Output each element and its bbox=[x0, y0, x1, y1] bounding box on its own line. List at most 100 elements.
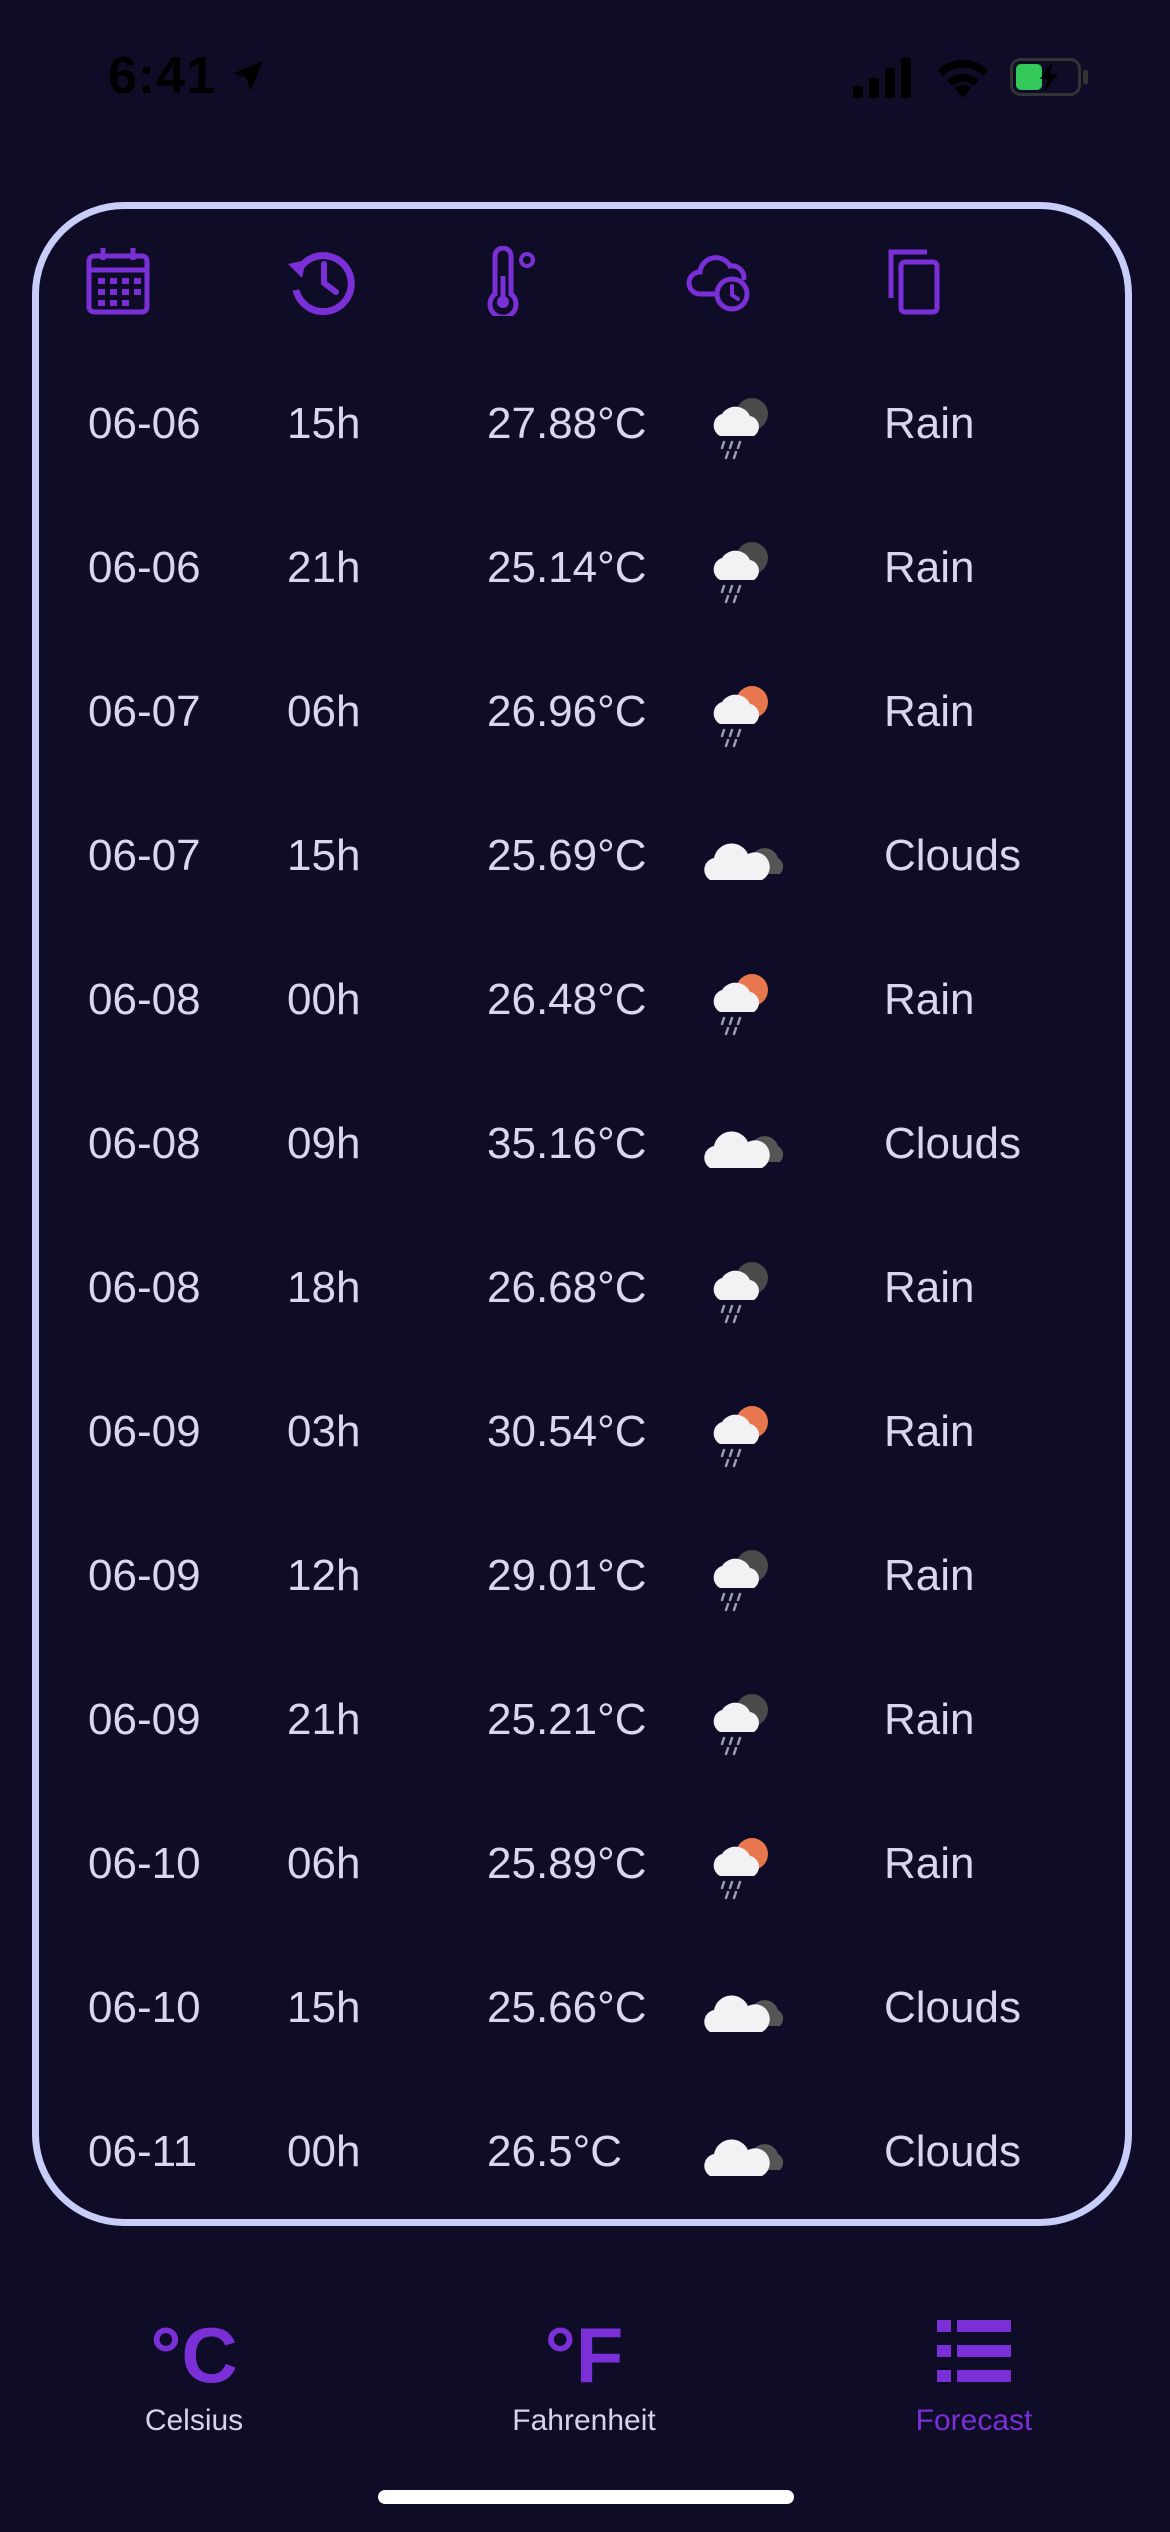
forecast-description: Rain bbox=[884, 1407, 975, 1456]
forecast-row: 06-08 18h 26.68°C Rain bbox=[0, 1238, 1170, 1338]
forecast-description: Rain bbox=[884, 1551, 975, 1600]
tab-celsius[interactable]: °C Celsius bbox=[44, 2290, 344, 2470]
forecast-temp: 26.96°C bbox=[487, 687, 647, 736]
forecast-row: 06-10 06h 25.89°C Rain bbox=[0, 1814, 1170, 1914]
status-bar: 6:41 bbox=[0, 0, 1170, 150]
forecast-description: Clouds bbox=[884, 831, 1021, 880]
forecast-hour: 06h bbox=[287, 687, 361, 736]
forecast-card bbox=[32, 202, 1132, 2226]
tab-forecast[interactable]: Forecast bbox=[824, 2290, 1124, 2470]
history-icon bbox=[288, 252, 355, 316]
forecast-hour: 15h bbox=[287, 399, 361, 448]
forecast-date: 06-08 bbox=[88, 1263, 201, 1312]
thermometer-icon bbox=[487, 246, 535, 316]
rain-cloud-sun-icon bbox=[712, 1836, 770, 1900]
forecast-description: Rain bbox=[884, 399, 975, 448]
forecast-description: Rain bbox=[884, 1263, 975, 1312]
forecast-date: 06-06 bbox=[88, 399, 201, 448]
forecast-description: Rain bbox=[884, 975, 975, 1024]
rain-cloud-sun-icon bbox=[712, 972, 770, 1036]
forecast-description: Clouds bbox=[884, 1119, 1021, 1168]
celsius-icon: °C bbox=[150, 2311, 238, 2399]
forecast-hour: 15h bbox=[287, 1983, 361, 2032]
forecast-hour: 00h bbox=[287, 975, 361, 1024]
forecast-row: 06-06 21h 25.14°C Rain bbox=[0, 518, 1170, 618]
forecast-hour: 00h bbox=[287, 2127, 361, 2176]
clouds-icon bbox=[704, 1131, 784, 1168]
forecast-temp: 25.89°C bbox=[487, 1839, 647, 1888]
clouds-icon bbox=[704, 843, 784, 880]
rain-cloud-night-icon bbox=[712, 1692, 770, 1756]
forecast-description: Clouds bbox=[884, 1983, 1021, 2032]
forecast-temp: 25.66°C bbox=[487, 1983, 647, 2032]
rain-cloud-night-icon bbox=[712, 396, 770, 460]
forecast-hour: 18h bbox=[287, 1263, 361, 1312]
status-time: 6:41 bbox=[108, 47, 217, 105]
location-arrow-icon bbox=[233, 61, 263, 91]
forecast-list-icon bbox=[937, 2320, 1011, 2382]
forecast-temp: 25.69°C bbox=[487, 831, 647, 880]
forecast-description: Rain bbox=[884, 1839, 975, 1888]
forecast-description: Rain bbox=[884, 543, 975, 592]
tab-bar: °C Celsius °F Fahrenheit Forecast bbox=[0, 2290, 1170, 2490]
cloud-clock-icon bbox=[686, 255, 750, 312]
forecast-row: 06-08 00h 26.48°C Rain bbox=[0, 950, 1170, 1050]
forecast-temp: 30.54°C bbox=[487, 1407, 647, 1456]
tab-label: Celsius bbox=[144, 2404, 244, 2437]
rain-cloud-night-icon bbox=[712, 540, 770, 604]
clouds-icon bbox=[704, 2139, 784, 2176]
forecast-hour: 21h bbox=[287, 543, 361, 592]
fahrenheit-icon: °F bbox=[544, 2311, 624, 2399]
forecast-description: Rain bbox=[884, 1695, 975, 1744]
forecast-hour: 09h bbox=[287, 1119, 361, 1168]
forecast-row: 06-09 21h 25.21°C Rain bbox=[0, 1670, 1170, 1770]
copy-icon bbox=[888, 249, 940, 315]
forecast-hour: 15h bbox=[287, 831, 361, 880]
forecast-temp: 26.68°C bbox=[487, 1263, 647, 1312]
forecast-date: 06-07 bbox=[88, 831, 201, 880]
cellular-signal-icon bbox=[853, 58, 911, 98]
tab-label: Forecast bbox=[915, 2404, 1033, 2437]
forecast-temp: 29.01°C bbox=[487, 1551, 647, 1600]
tab-label: Fahrenheit bbox=[512, 2404, 656, 2437]
forecast-row: 06-11 00h 26.5°C Clouds bbox=[0, 2102, 1170, 2202]
forecast-row: 06-07 06h 26.96°C Rain bbox=[0, 662, 1170, 762]
forecast-hour: 12h bbox=[287, 1551, 361, 1600]
forecast-hour: 03h bbox=[287, 1407, 361, 1456]
rain-cloud-night-icon bbox=[712, 1548, 770, 1612]
home-indicator bbox=[378, 2490, 794, 2504]
forecast-temp: 25.21°C bbox=[487, 1695, 647, 1744]
forecast-date: 06-09 bbox=[88, 1407, 201, 1456]
tab-fahrenheit[interactable]: °F Fahrenheit bbox=[434, 2290, 734, 2470]
forecast-date: 06-08 bbox=[88, 1119, 201, 1168]
forecast-row: 06-06 15h 27.88°C Rain bbox=[0, 374, 1170, 474]
forecast-description: Rain bbox=[884, 687, 975, 736]
forecast-date: 06-08 bbox=[88, 975, 201, 1024]
forecast-date: 06-09 bbox=[88, 1695, 201, 1744]
forecast-row: 06-09 12h 29.01°C Rain bbox=[0, 1526, 1170, 1626]
clouds-icon bbox=[704, 1995, 784, 2032]
forecast-row: 06-09 03h 30.54°C Rain bbox=[0, 1382, 1170, 1482]
forecast-temp: 26.48°C bbox=[487, 975, 647, 1024]
forecast-hour: 21h bbox=[287, 1695, 361, 1744]
battery-charging-icon bbox=[1010, 58, 1088, 96]
forecast-temp: 25.14°C bbox=[487, 543, 647, 592]
forecast-date: 06-11 bbox=[88, 2127, 198, 2176]
forecast-row: 06-08 09h 35.16°C Clouds bbox=[0, 1094, 1170, 1194]
rain-cloud-sun-icon bbox=[712, 1404, 770, 1468]
forecast-date: 06-07 bbox=[88, 687, 201, 736]
forecast-temp: 27.88°C bbox=[487, 399, 647, 448]
forecast-date: 06-06 bbox=[88, 543, 201, 592]
forecast-date: 06-10 bbox=[88, 1983, 201, 2032]
wifi-icon bbox=[938, 59, 988, 98]
forecast-date: 06-09 bbox=[88, 1551, 201, 1600]
forecast-temp: 35.16°C bbox=[487, 1119, 647, 1168]
forecast-date: 06-10 bbox=[88, 1839, 201, 1888]
rain-cloud-night-icon bbox=[712, 1260, 770, 1324]
forecast-hour: 06h bbox=[287, 1839, 361, 1888]
forecast-row: 06-07 15h 25.69°C Clouds bbox=[0, 806, 1170, 906]
calendar-icon bbox=[86, 248, 150, 315]
forecast-row: 06-10 15h 25.66°C Clouds bbox=[0, 1958, 1170, 2058]
rain-cloud-sun-icon bbox=[712, 684, 770, 748]
forecast-temp: 26.5°C bbox=[487, 2127, 623, 2176]
